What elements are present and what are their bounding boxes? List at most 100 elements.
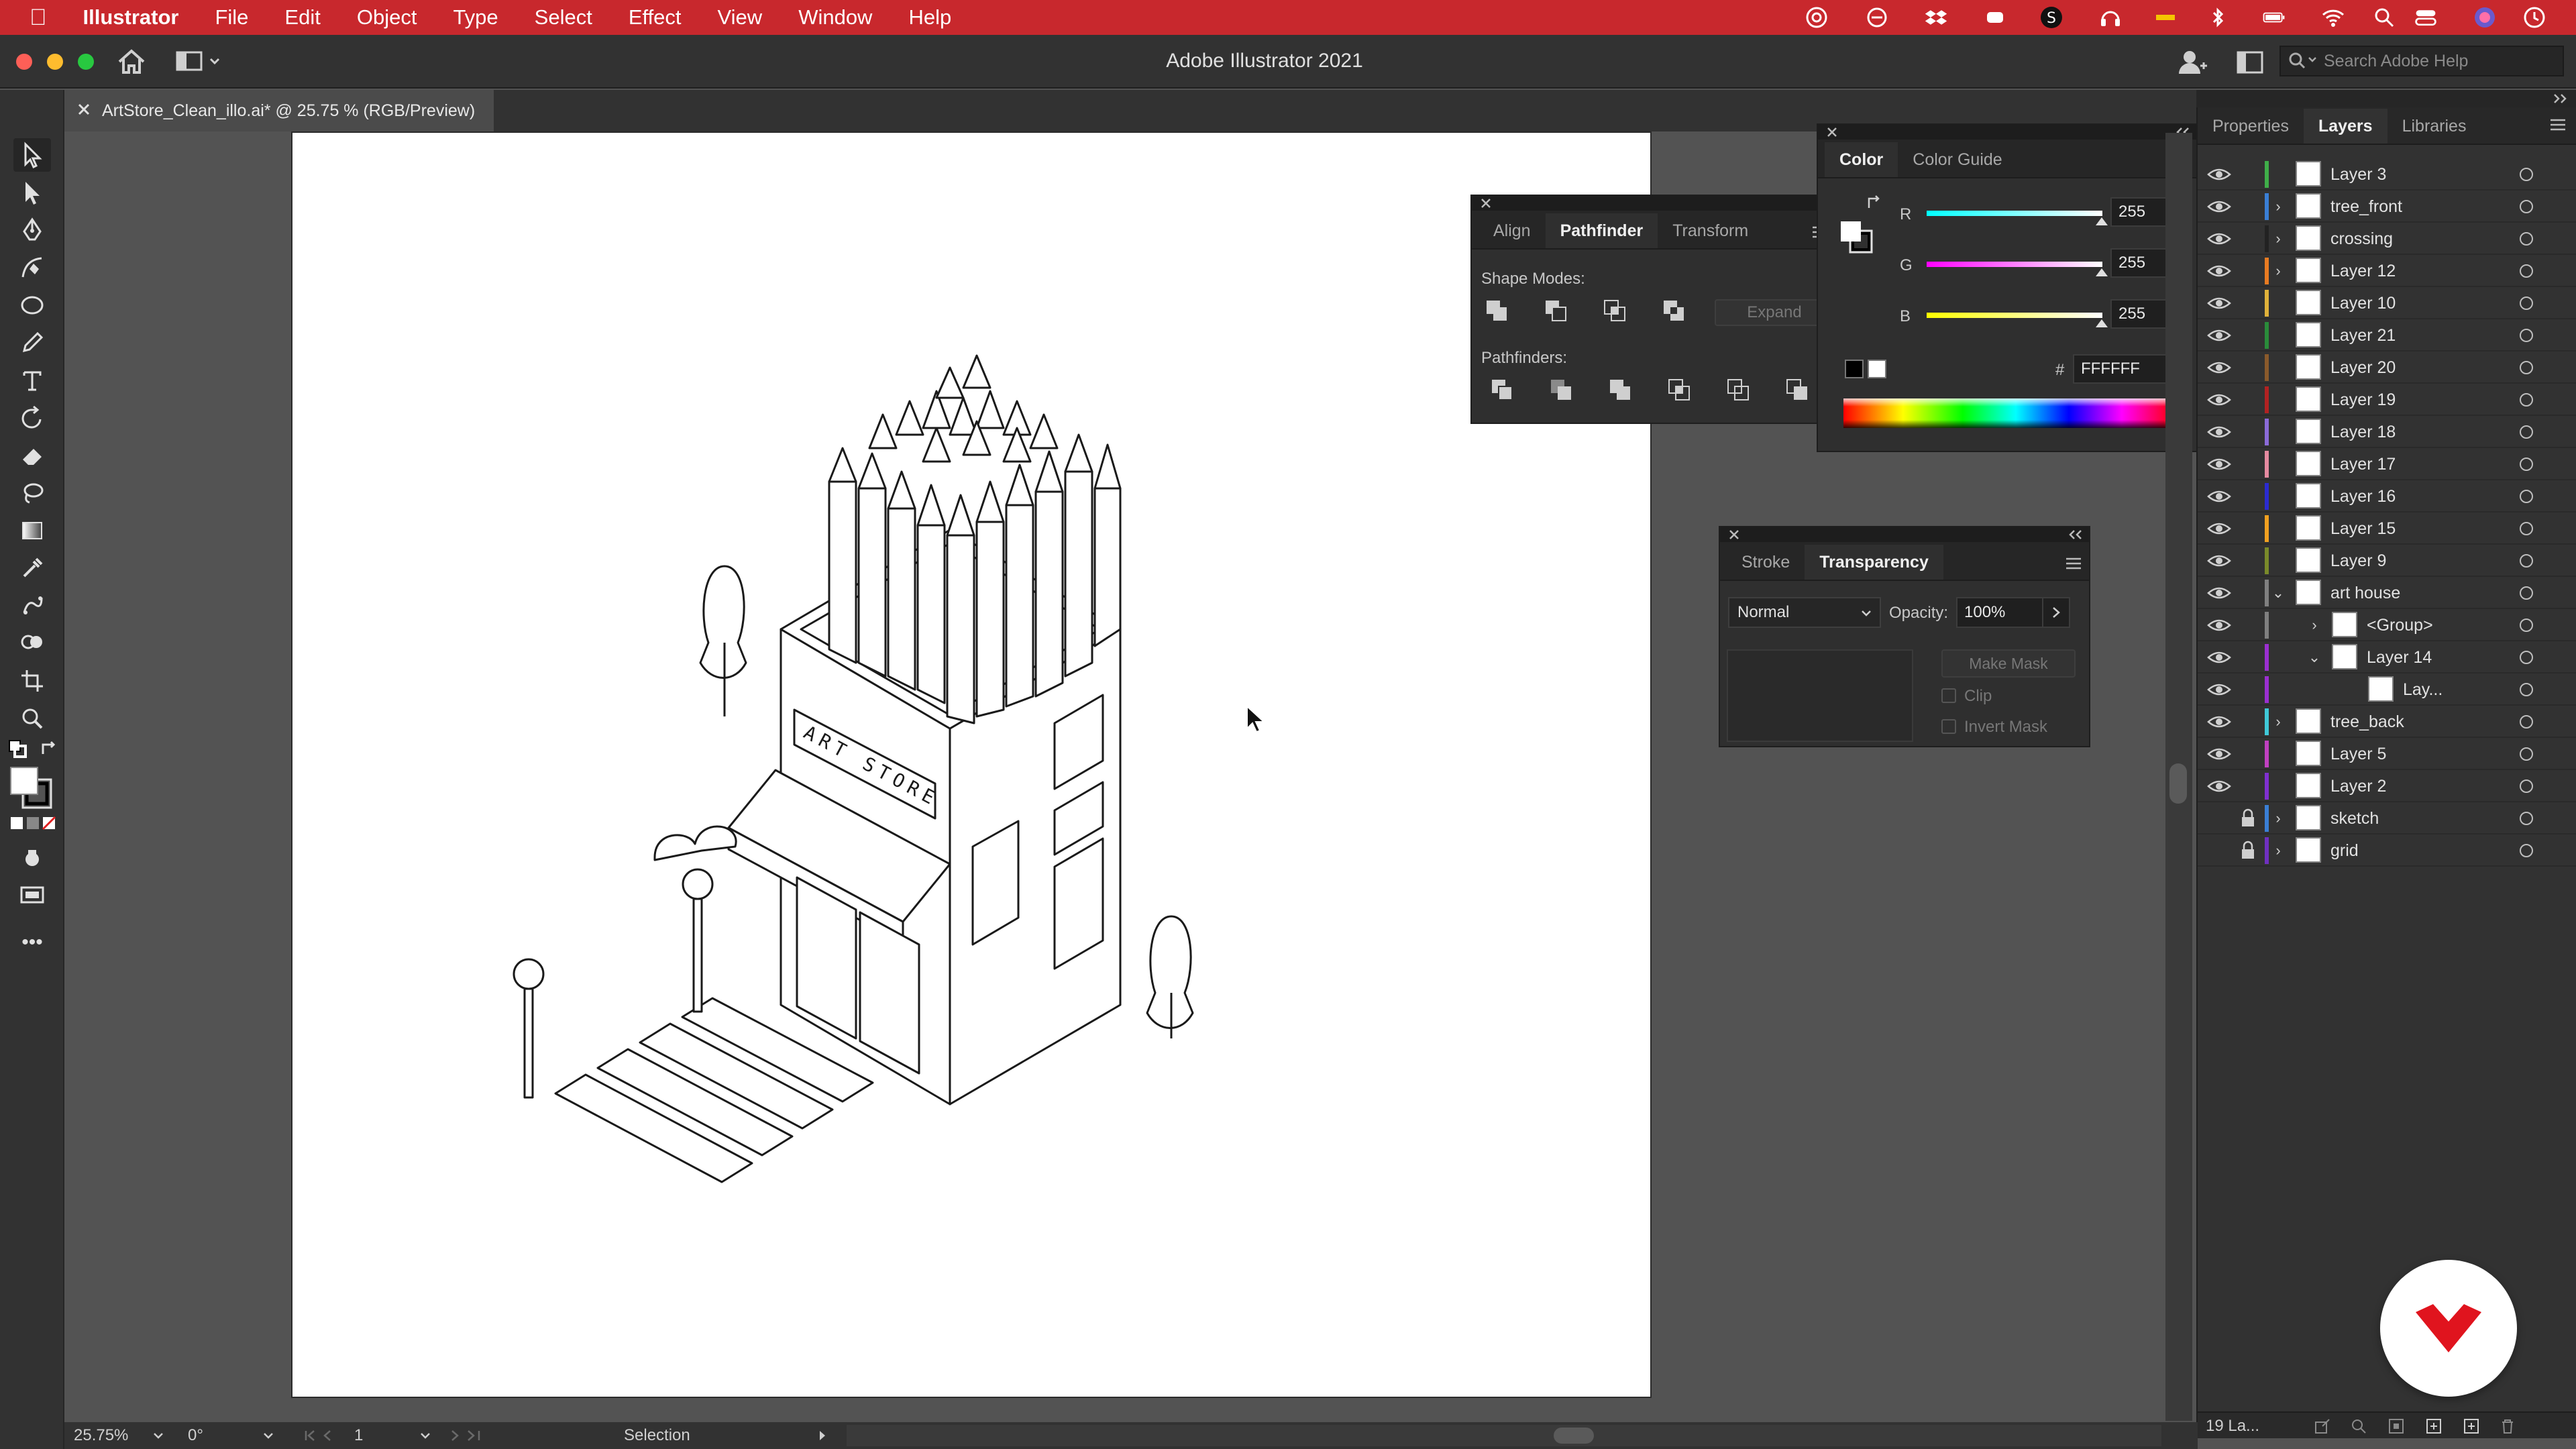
- new-layer-icon[interactable]: [2462, 1417, 2481, 1436]
- visibility-eye-icon[interactable]: [2206, 229, 2233, 248]
- workspace-switcher-icon[interactable]: [176, 50, 224, 74]
- target-circle-icon[interactable]: [2520, 812, 2533, 825]
- visibility-eye-icon[interactable]: [2206, 423, 2233, 441]
- visibility-eye-icon[interactable]: [2206, 680, 2233, 699]
- zoom-window-button[interactable]: [78, 54, 94, 70]
- swap-fill-stroke-icon[interactable]: [1865, 195, 1884, 213]
- layer-row[interactable]: Layer 9: [2198, 545, 2576, 577]
- curvature-tool-icon[interactable]: [13, 251, 51, 284]
- blue-slider-thumb[interactable]: [2094, 318, 2109, 329]
- target-circle-icon[interactable]: [2520, 780, 2533, 793]
- visibility-eye-icon[interactable]: [2206, 165, 2233, 184]
- gradient-tool-icon[interactable]: [13, 514, 51, 547]
- target-circle-icon[interactable]: [2520, 747, 2533, 761]
- headphones-icon[interactable]: [2098, 5, 2123, 30]
- layer-row[interactable]: Layer 5: [2198, 738, 2576, 770]
- menu-illustrator[interactable]: Illustrator: [65, 5, 197, 30]
- lock-icon[interactable]: [2238, 840, 2258, 861]
- new-sublayer-icon[interactable]: [2424, 1417, 2443, 1436]
- target-circle-icon[interactable]: [2520, 651, 2533, 664]
- home-icon[interactable]: [117, 48, 146, 75]
- visibility-eye-icon[interactable]: [2206, 519, 2233, 538]
- target-circle-icon[interactable]: [2520, 458, 2533, 471]
- green-slider[interactable]: [1927, 262, 2102, 267]
- sync-icon[interactable]: [1865, 5, 1889, 30]
- visibility-eye-icon[interactable]: [2206, 455, 2233, 474]
- black-swatch[interactable]: [1845, 360, 1864, 378]
- blend-mode-select[interactable]: Normal: [1728, 597, 1881, 628]
- target-circle-icon[interactable]: [2520, 619, 2533, 632]
- tab-color-guide[interactable]: Color Guide: [1898, 142, 2017, 177]
- visibility-eye-icon[interactable]: [2206, 648, 2233, 667]
- selection-tool-icon[interactable]: [13, 138, 51, 172]
- vertical-scrollbar[interactable]: [2165, 133, 2192, 1421]
- more-tools-icon[interactable]: •••: [13, 926, 51, 959]
- panel-menu-icon[interactable]: [2063, 555, 2084, 572]
- menu-view[interactable]: View: [700, 5, 781, 30]
- chevron-right-icon[interactable]: ›: [2270, 263, 2286, 279]
- white-swatch[interactable]: [1868, 360, 1886, 378]
- target-circle-icon[interactable]: [2520, 490, 2533, 503]
- ellipse-tool-icon[interactable]: [13, 288, 51, 322]
- target-circle-icon[interactable]: [2520, 168, 2533, 181]
- chevron-down-icon[interactable]: ⌄: [2306, 649, 2322, 665]
- layer-row[interactable]: Layer 10: [2198, 287, 2576, 319]
- layer-row[interactable]: › tree_back: [2198, 706, 2576, 738]
- red-slider[interactable]: [1927, 211, 2102, 216]
- flag-icon[interactable]: [2153, 5, 2178, 30]
- tab-transform[interactable]: Transform: [1658, 213, 1763, 248]
- target-circle-icon[interactable]: [2520, 522, 2533, 535]
- arrange-panels-icon[interactable]: [2237, 51, 2263, 74]
- status-arrow-icon[interactable]: [817, 1429, 828, 1442]
- rotation-chevron-icon[interactable]: [262, 1429, 275, 1442]
- visibility-eye-icon[interactable]: [2206, 358, 2233, 377]
- layer-row[interactable]: › grid: [2198, 835, 2576, 867]
- tab-pathfinder[interactable]: Pathfinder: [1545, 213, 1658, 248]
- layer-row[interactable]: Layer 15: [2198, 513, 2576, 545]
- direct-selection-tool-icon[interactable]: [13, 176, 51, 209]
- minus-front-icon[interactable]: [1542, 297, 1570, 325]
- close-window-button[interactable]: [16, 54, 32, 70]
- notification-icon[interactable]: [2522, 5, 2546, 30]
- close-panel-icon[interactable]: [1479, 196, 1493, 211]
- control-center-icon[interactable]: [2414, 5, 2438, 30]
- layer-row[interactable]: ⌄ art house: [2198, 577, 2576, 609]
- zoom-tool-icon[interactable]: [13, 702, 51, 735]
- layer-row[interactable]: Layer 18: [2198, 416, 2576, 448]
- puppet-warp-tool-icon[interactable]: [13, 589, 51, 623]
- share-user-icon[interactable]: [2176, 47, 2207, 78]
- target-circle-icon[interactable]: [2520, 297, 2533, 310]
- layer-row[interactable]: Lay...: [2198, 674, 2576, 706]
- rotate-tool-icon[interactable]: [13, 401, 51, 435]
- visibility-eye-icon[interactable]: [2206, 326, 2233, 345]
- target-circle-icon[interactable]: [2520, 715, 2533, 729]
- exclude-icon[interactable]: [1660, 297, 1688, 325]
- grammarly-icon[interactable]: S: [2039, 5, 2063, 30]
- target-circle-icon[interactable]: [2520, 425, 2533, 439]
- layer-row[interactable]: › sketch: [2198, 802, 2576, 835]
- menu-object[interactable]: Object: [339, 5, 435, 30]
- invert-mask-checkbox[interactable]: [1941, 719, 1956, 734]
- artboard[interactable]: ART STORE: [292, 133, 1650, 1397]
- visibility-eye-icon[interactable]: [2206, 551, 2233, 570]
- screen-mode-icon[interactable]: [13, 879, 51, 912]
- red-value-field[interactable]: 255: [2110, 197, 2171, 227]
- chevron-right-icon[interactable]: ›: [2270, 714, 2286, 730]
- crop-icon[interactable]: [1665, 376, 1693, 404]
- fill-stroke-indicator[interactable]: [1838, 219, 1876, 256]
- draw-mode-icon[interactable]: [13, 841, 51, 875]
- export-icon[interactable]: [2313, 1417, 2332, 1436]
- green-slider-thumb[interactable]: [2094, 267, 2109, 278]
- artboard-tool-icon[interactable]: [13, 664, 51, 698]
- close-document-icon[interactable]: [75, 101, 93, 118]
- lasso-tool-icon[interactable]: [13, 476, 51, 510]
- close-panel-icon[interactable]: [1825, 125, 1839, 140]
- scrollbar-thumb[interactable]: [2169, 763, 2187, 804]
- document-tab[interactable]: ArtStore_Clean_illo.ai* @ 25.75 % (RGB/P…: [64, 90, 494, 131]
- shape-builder-tool-icon[interactable]: [13, 627, 51, 660]
- visibility-eye-icon[interactable]: [2206, 262, 2233, 280]
- target-circle-icon[interactable]: [2520, 200, 2533, 213]
- menu-help[interactable]: Help: [890, 5, 969, 30]
- chevron-down-icon[interactable]: ⌄: [2270, 585, 2286, 601]
- swap-colors-icon[interactable]: [39, 739, 59, 759]
